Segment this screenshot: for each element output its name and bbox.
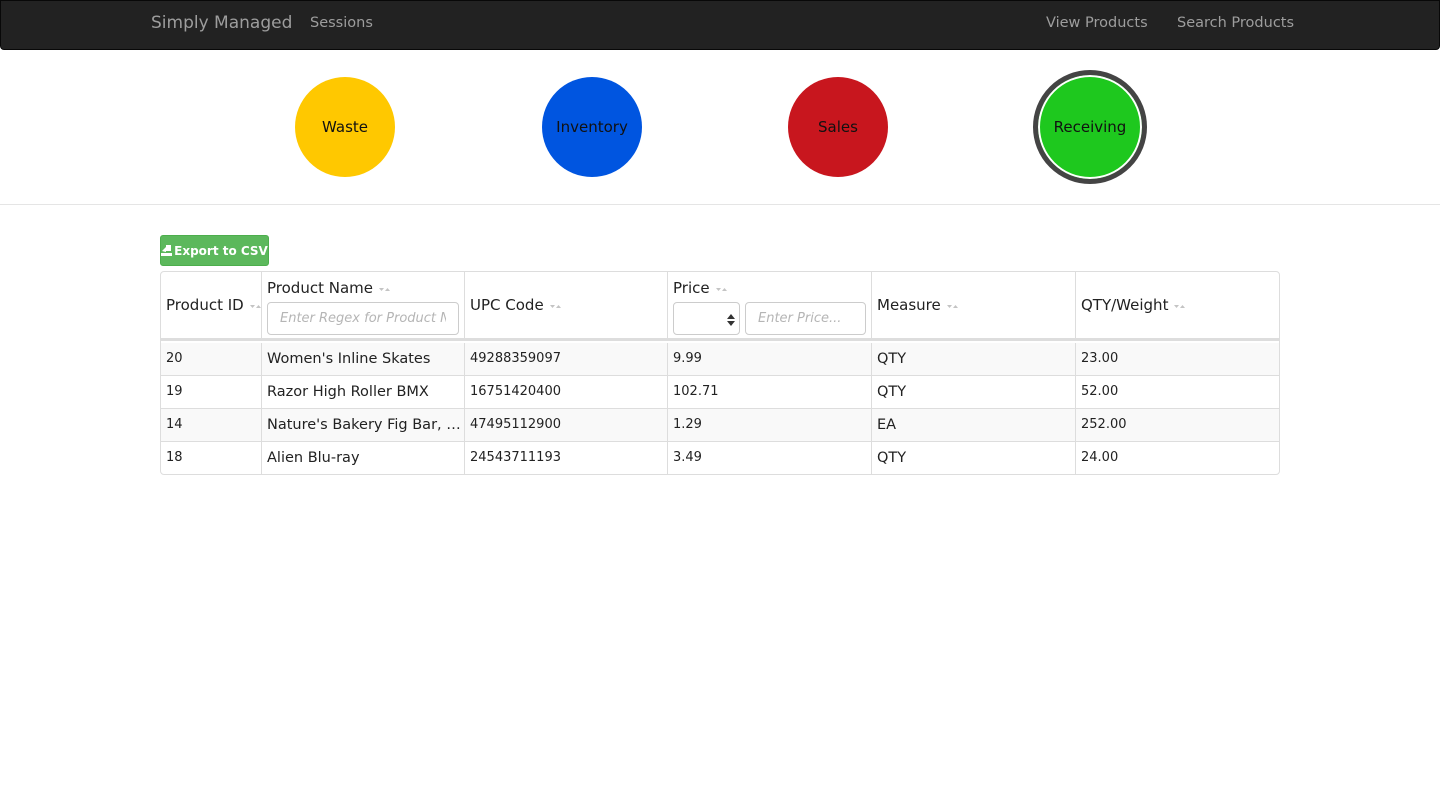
cell-price: 1.29 (668, 409, 872, 442)
cell-product-id: 18 (161, 442, 262, 474)
table-row[interactable]: 19 Razor High Roller BMX 16751420400 102… (161, 376, 1279, 409)
mode-inventory-button[interactable]: Inventory (542, 77, 642, 177)
header-label: QTY/Weight (1081, 296, 1169, 314)
mode-inventory-label: Inventory (556, 118, 628, 136)
cell-upc-code: 47495112900 (465, 409, 668, 442)
column-header-upc-code[interactable]: UPC Code (465, 272, 668, 341)
cell-measure: QTY (872, 376, 1076, 409)
cell-qty-weight: 23.00 (1081, 351, 1119, 366)
select-arrows-icon (727, 312, 735, 331)
sort-icon[interactable] (1174, 297, 1186, 315)
mode-waste-button[interactable]: Waste (295, 77, 395, 177)
header-label: UPC Code (470, 296, 544, 314)
price-comparator-select[interactable] (673, 302, 740, 335)
column-header-price[interactable]: Price (668, 272, 872, 341)
cell-qty-weight: 52.00 (1081, 384, 1119, 399)
cell-product-name: Women's Inline Skates (262, 343, 465, 376)
cell-product-name: Nature's Bakery Fig Bar, Blueberry (262, 409, 465, 442)
cell-price: 3.49 (668, 442, 872, 474)
mode-sales-button[interactable]: Sales (788, 77, 888, 177)
cell-product-id: 14 (161, 409, 262, 442)
mode-receiving-label: Receiving (1053, 118, 1127, 136)
product-name-filter-input[interactable] (267, 302, 459, 335)
price-filter-input[interactable] (745, 302, 866, 335)
table-row[interactable]: 18 Alien Blu-ray 24543711193 3.49 QTY 24… (161, 442, 1279, 474)
cell-price: 102.71 (668, 376, 872, 409)
cell-product-name: Alien Blu-ray (262, 442, 465, 474)
cell-measure: QTY (872, 343, 1076, 376)
cell-upc-code: 24543711193 (465, 442, 668, 474)
column-header-product-name[interactable]: Product Name (262, 272, 465, 341)
nav-sessions[interactable]: Sessions (310, 15, 373, 31)
cell-measure: QTY (872, 442, 1076, 474)
mode-selector: Waste Inventory Sales Receiving (0, 50, 1440, 205)
brand-link[interactable]: Simply Managed (151, 13, 292, 33)
top-navbar: Simply Managed Sessions View Products Se… (0, 0, 1440, 50)
header-label: Measure (877, 296, 941, 314)
sort-icon[interactable] (715, 280, 728, 298)
header-label: Product Name (267, 279, 373, 297)
cell-upc-code: 16751420400 (465, 376, 668, 409)
cell-product-id: 19 (161, 376, 262, 409)
cell-measure: EA (872, 409, 1076, 442)
nav-search-products[interactable]: Search Products (1177, 15, 1294, 31)
cell-product-id: 20 (161, 343, 262, 376)
sort-icon[interactable] (249, 297, 262, 315)
mode-sales-label: Sales (818, 118, 858, 136)
export-icon (161, 245, 173, 256)
mode-waste-label: Waste (322, 118, 368, 136)
export-csv-button[interactable]: Export to CSV (160, 235, 269, 266)
cell-product-name: Razor High Roller BMX (262, 376, 465, 409)
cell-upc-code: 49288359097 (465, 343, 668, 376)
table-row[interactable]: 20 Women's Inline Skates 49288359097 9.9… (161, 343, 1279, 376)
cell-qty-weight: 24.00 (1081, 450, 1119, 465)
column-header-qty-weight[interactable]: QTY/Weight (1076, 272, 1279, 341)
column-header-measure[interactable]: Measure (872, 272, 1076, 341)
sort-icon[interactable] (549, 297, 562, 315)
nav-view-products[interactable]: View Products (1046, 15, 1148, 31)
cell-qty-weight: 252.00 (1081, 417, 1127, 432)
table-row[interactable]: 14 Nature's Bakery Fig Bar, Blueberry 47… (161, 409, 1279, 442)
mode-receiving-button[interactable]: Receiving (1033, 70, 1147, 184)
header-label: Product ID (166, 296, 244, 314)
column-header-product-id[interactable]: Product ID (161, 272, 262, 341)
header-label: Price (673, 279, 710, 297)
sort-icon[interactable] (946, 297, 959, 315)
sort-icon[interactable] (378, 280, 391, 298)
cell-price: 9.99 (668, 343, 872, 376)
export-label: Export to CSV (174, 243, 268, 258)
products-table: Product ID Product Name UPC Code Price M… (160, 271, 1280, 475)
